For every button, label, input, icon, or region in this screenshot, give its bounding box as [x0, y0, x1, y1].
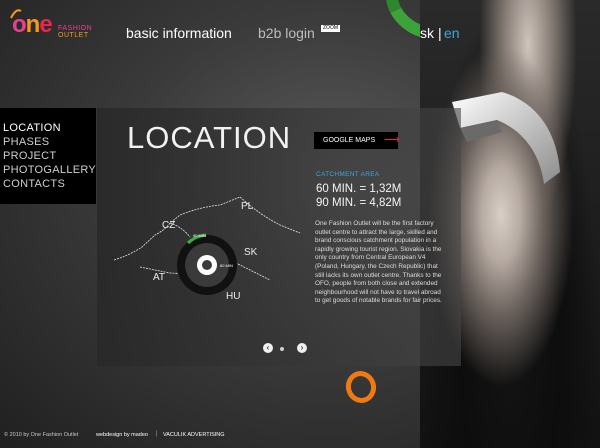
- location-map[interactable]: 90 MIN 60 MIN: [110, 185, 310, 315]
- arrow-right-icon: ⟶: [384, 134, 400, 146]
- logo-letter-e: e: [39, 11, 52, 38]
- logo-subtitle-line1: FASHION: [58, 25, 93, 32]
- chevron-right-icon[interactable]: ›: [297, 343, 307, 353]
- footer-copyright: © 2010 by One Fashion Outlet: [4, 432, 79, 438]
- logo-wordmark: one: [12, 11, 53, 39]
- footer-separator: |: [156, 431, 158, 437]
- menu-item-photogallery[interactable]: PHOTOGALLERY: [3, 164, 96, 176]
- country-cz: CZ: [162, 220, 176, 231]
- nav-basic-information[interactable]: basic information: [126, 25, 232, 41]
- menu-item-contacts[interactable]: CONTACTS: [3, 178, 65, 190]
- country-pl: PL: [241, 201, 254, 212]
- catchment-90-min: 90 MIN. = 4,82M: [316, 197, 402, 209]
- country-hu: HU: [226, 291, 241, 302]
- logo-letter-o: o: [12, 11, 27, 38]
- page-title: LOCATION: [127, 120, 292, 155]
- ring-outer-label: 90 MIN: [193, 233, 206, 238]
- location-description: One Fashion Outlet will be the first fac…: [315, 220, 442, 305]
- lang-sk-link[interactable]: sk: [420, 25, 434, 41]
- footer-agency-link[interactable]: VACULIK ADVERTISING: [163, 432, 225, 438]
- side-menu: LOCATION PHASES PROJECT PHOTOGALLERY CON…: [0, 108, 96, 204]
- catchment-60-min: 60 MIN. = 1,32M: [316, 183, 402, 195]
- orange-ring-decoration: [342, 367, 380, 407]
- menu-item-phases[interactable]: PHASES: [3, 136, 49, 148]
- ring-inner-label: 60 MIN: [220, 263, 233, 268]
- country-at: AT: [153, 272, 166, 283]
- country-sk: SK: [244, 247, 258, 258]
- lang-en-link[interactable]: en: [444, 25, 460, 41]
- catchment-area-label: CATCHMENT AREA: [316, 171, 380, 178]
- b2b-badge: ZOOM: [321, 25, 340, 32]
- logo-subtitle: FASHION OUTLET: [58, 25, 92, 39]
- chevron-left-icon[interactable]: ‹: [263, 343, 273, 353]
- menu-item-location[interactable]: LOCATION: [3, 122, 61, 134]
- footer-webdesign-link[interactable]: webdesign by madeo: [96, 432, 148, 438]
- logo-letter-n: n: [25, 11, 41, 38]
- nav-b2b-login[interactable]: b2b login: [258, 25, 315, 41]
- lang-separator: |: [438, 25, 442, 41]
- menu-item-project[interactable]: PROJECT: [3, 150, 56, 162]
- logo-subtitle-line2: OUTLET: [58, 32, 89, 39]
- pager-dot[interactable]: [280, 347, 284, 351]
